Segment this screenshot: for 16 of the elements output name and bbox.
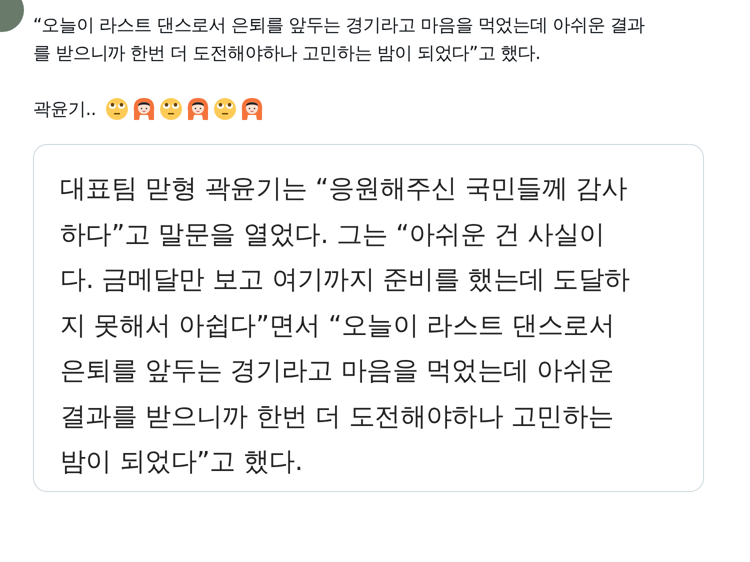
- tweet-caption: 곽윤기..: [33, 98, 96, 121]
- quoted-text-line: 결과를 받으니까 한번 더 도전해야하나 고민하는: [60, 400, 615, 434]
- tweet-text-line: “오늘이 라스트 댄스로서 은퇴를 앞두는 경기라고 마음을 먹었는데 아쉬운 결과: [33, 14, 646, 38]
- eye-roll-face-icon: [212, 97, 237, 121]
- person-arms-over-head-icon: [132, 97, 156, 121]
- tweet-text-line: 를 받으니까 한번 더 도전해야하나 고민하는 밤이 되었다”고 했다.: [33, 42, 542, 66]
- person-arms-over-head-icon: [240, 97, 264, 121]
- quoted-text-line: 은퇴를 앞두는 경기라고 마음을 먹었는데 아쉬운: [60, 355, 615, 388]
- quoted-text-line: 하다”고 말문을 열었다. 그는 “아쉬운 건 사실이: [60, 218, 606, 252]
- person-arms-over-head-icon: [186, 97, 210, 121]
- quoted-text-line: 다. 금메달만 보고 여기까지 준비를 했는데 도달하: [60, 264, 631, 297]
- quoted-text-line: 대표팀 맏형 곽윤기는 “응원해주신 국민들께 감사: [60, 173, 628, 206]
- quoted-text-line: 밤이 되었다”고 했다.: [60, 446, 304, 479]
- eye-roll-face-icon: [104, 97, 129, 121]
- quoted-text-line: 지 못해서 아쉽다”면서 “오늘이 라스트 댄스로서: [60, 310, 616, 342]
- eye-roll-face-icon: [158, 97, 183, 121]
